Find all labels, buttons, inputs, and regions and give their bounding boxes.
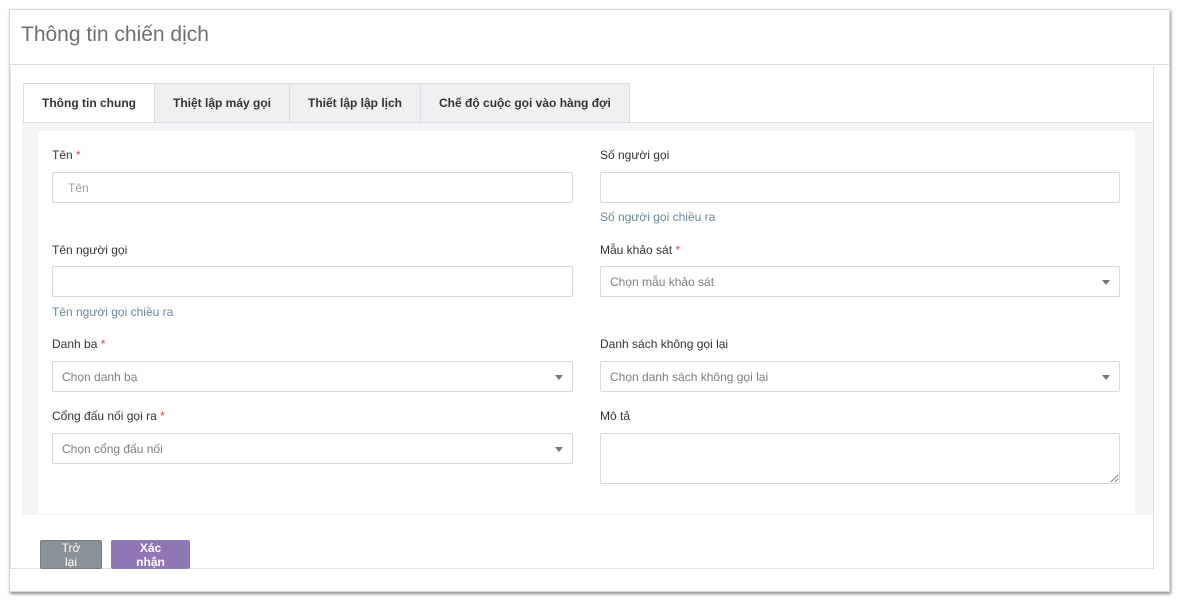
panel-header: Thông tin chiến dịch <box>10 10 1169 65</box>
caller-number-label: Số người gọi <box>600 148 670 162</box>
contacts-label: Danh bạ * <box>52 337 105 351</box>
gateway-label-text: Cổng đấu nối gọi ra <box>52 409 157 423</box>
dnc-list-label: Danh sách không gọi lại <box>600 337 729 351</box>
confirm-button[interactable]: Xác nhận <box>111 540 190 569</box>
tab-dialer-settings[interactable]: Thiệt lập máy gọi <box>154 83 290 123</box>
required-marker: * <box>76 148 81 162</box>
contacts-select[interactable]: Chọn danh bạ <box>52 361 573 392</box>
caller-name-help: Tên người gọi chiều ra <box>52 305 174 319</box>
tab-content: Tên * Số người gọi Số người gọi chiều ra… <box>22 122 1153 515</box>
gateway-select-value: Chọn cổng đấu nối <box>62 441 163 456</box>
panel-body: Thông tin chung Thiệt lập máy gọi Thiết … <box>10 66 1154 569</box>
description-label: Mô tả <box>600 409 631 423</box>
required-marker: * <box>160 409 165 423</box>
campaign-info-panel: Thông tin chiến dịch Thông tin chung Thi… <box>9 9 1170 592</box>
contacts-label-text: Danh bạ <box>52 337 98 351</box>
survey-select-value: Chọn mẫu khảo sát <box>610 274 715 289</box>
back-button[interactable]: Trở lại <box>40 540 102 569</box>
tab-general-info[interactable]: Thông tin chung <box>23 83 155 123</box>
survey-label: Mẫu khảo sát * <box>600 243 680 257</box>
name-input[interactable] <box>52 172 573 203</box>
tab-schedule-settings[interactable]: Thiết lập lập lịch <box>290 83 422 123</box>
name-label-text: Tên <box>52 148 73 162</box>
dnc-list-select[interactable]: Chọn danh sách không gọi lại <box>600 361 1120 392</box>
caller-name-input[interactable] <box>52 266 573 297</box>
name-label: Tên * <box>52 148 81 162</box>
gateway-select[interactable]: Chọn cổng đấu nối <box>52 433 573 464</box>
caller-number-input[interactable] <box>600 172 1120 203</box>
survey-label-text: Mẫu khảo sát <box>600 243 673 257</box>
survey-select[interactable]: Chọn mẫu khảo sát <box>600 266 1120 297</box>
required-marker: * <box>675 243 681 257</box>
caller-name-label: Tên người gọi <box>52 243 128 257</box>
page-title: Thông tin chiến dịch <box>21 23 209 46</box>
tab-queue-call-mode[interactable]: Chế độ cuộc gọi vào hàng đợi <box>421 83 630 123</box>
contacts-select-value: Chọn danh bạ <box>62 369 138 384</box>
tab-bar: Thông tin chung Thiệt lập máy gọi Thiết … <box>23 83 630 123</box>
required-marker: * <box>100 337 106 351</box>
gateway-label: Cổng đấu nối gọi ra * <box>52 409 165 423</box>
description-textarea[interactable] <box>600 433 1120 484</box>
chevron-down-icon <box>555 447 563 452</box>
caller-number-help: Số người gọi chiều ra <box>600 210 716 224</box>
chevron-down-icon <box>1102 280 1110 285</box>
dnc-list-select-value: Chọn danh sách không gọi lại <box>610 369 769 384</box>
form-card: Tên * Số người gọi Số người gọi chiều ra… <box>38 131 1135 514</box>
chevron-down-icon <box>555 375 563 380</box>
chevron-down-icon <box>1102 375 1110 380</box>
